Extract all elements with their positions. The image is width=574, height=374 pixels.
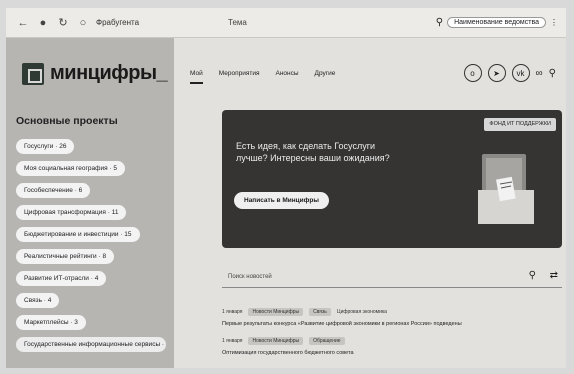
logo[interactable]: минцифры_ [6, 38, 174, 85]
news-source[interactable]: Обращение [309, 337, 345, 345]
section-title: Основные проекты [16, 115, 118, 127]
project-list: Госуслуги · 26 Моя социальная география … [6, 127, 174, 352]
reload-icon[interactable]: ↻ [56, 16, 70, 29]
project-item[interactable]: Государственные информационные сервисы ·… [16, 337, 166, 352]
browser-search-icon[interactable]: ⚲ [436, 17, 443, 28]
tab-events[interactable]: Мероприятия [219, 70, 260, 84]
news-tag[interactable]: Новости Минцифры [248, 308, 304, 316]
banner-badge: ФОНД ИТ ПОДДЕРЖКИ [484, 118, 556, 131]
news-item[interactable]: 1 января Новости Минцифры Обращение Опти… [222, 337, 562, 356]
news-extra: Цифровая экономика [336, 309, 387, 315]
telegram-icon[interactable]: ➤ [487, 64, 506, 82]
main-content: Мой Мероприятия Анонсы Другие o ➤ vk ∞ ⚲… [174, 38, 566, 368]
project-item[interactable]: Госуслуги · 26 [16, 139, 75, 154]
search-input[interactable]: Поиск новостей [228, 274, 272, 280]
feedback-banner: Есть идея, как сделать Госуслуги лучше? … [222, 110, 562, 248]
news-source[interactable]: Связь [309, 308, 331, 316]
sidebar: минцифры_ Основные проекты Госуслуги · 2… [6, 38, 174, 368]
news-tag[interactable]: Новости Минцифры [248, 337, 304, 345]
odnoklassniki-icon[interactable]: o [463, 64, 482, 82]
write-to-ministry-button[interactable]: Написать в Минцифры [234, 192, 329, 209]
banner-question: Есть идея, как сделать Госуслуги лучше? … [236, 141, 390, 163]
ballot-box-illustration [478, 154, 534, 224]
forward-icon[interactable]: ● [36, 17, 50, 29]
lock-icon: ○ [79, 16, 87, 29]
search-icon[interactable]: ⚲ [549, 68, 556, 79]
news-search[interactable]: Поиск новостей ⚲ ⇄ [222, 266, 562, 288]
tab-title[interactable]: Тема [228, 18, 247, 27]
accessibility-icon[interactable]: ∞ [536, 68, 543, 79]
news-date: 1 января [222, 338, 243, 344]
project-item[interactable]: Бюджетирование и инвестиции · 15 [16, 227, 140, 242]
header-icons: o ➤ vk ∞ ⚲ [463, 64, 556, 82]
logo-icon [22, 62, 44, 85]
project-item[interactable]: Маркетплейсы · 3 [16, 315, 86, 330]
tab-announcements[interactable]: Анонсы [275, 70, 298, 84]
tab-main[interactable]: Мой [190, 70, 203, 84]
news-title[interactable]: Первые результаты конкурса «Развитие циф… [222, 321, 562, 327]
news-title[interactable]: Оптимизация государственного бюджетного … [222, 350, 562, 356]
project-item[interactable]: Моя социальная география · 5 [16, 161, 125, 176]
project-item[interactable]: Гособеспечение · 6 [16, 183, 91, 198]
account-button[interactable]: Наименование ведомства [447, 17, 546, 28]
project-item[interactable]: Развитие ИТ-отрасли · 4 [16, 271, 107, 286]
vk-icon[interactable]: vk [511, 64, 530, 82]
news-list: 1 января Новости Минцифры Связь Цифровая… [222, 308, 562, 356]
project-item[interactable]: Реалистичные рейтинги · 8 [16, 249, 115, 264]
address-bar[interactable]: Фрабугента [96, 18, 139, 27]
filter-icon[interactable]: ⇄ [550, 270, 558, 281]
news-item[interactable]: 1 января Новости Минцифры Связь Цифровая… [222, 308, 562, 327]
tab-other[interactable]: Другие [315, 70, 336, 84]
back-icon[interactable]: ← [16, 17, 30, 29]
logo-text: минцифры_ [50, 62, 168, 84]
news-date: 1 января [222, 309, 243, 315]
project-item[interactable]: Связь · 4 [16, 293, 60, 308]
menu-icon[interactable]: ⋮ [550, 18, 558, 27]
browser-toolbar: ← ● ↻ ○ Фрабугента Тема ⚲ Наименование в… [6, 8, 566, 38]
search-icon[interactable]: ⚲ [529, 270, 536, 281]
project-item[interactable]: Цифровая трансформация · 11 [16, 205, 127, 220]
